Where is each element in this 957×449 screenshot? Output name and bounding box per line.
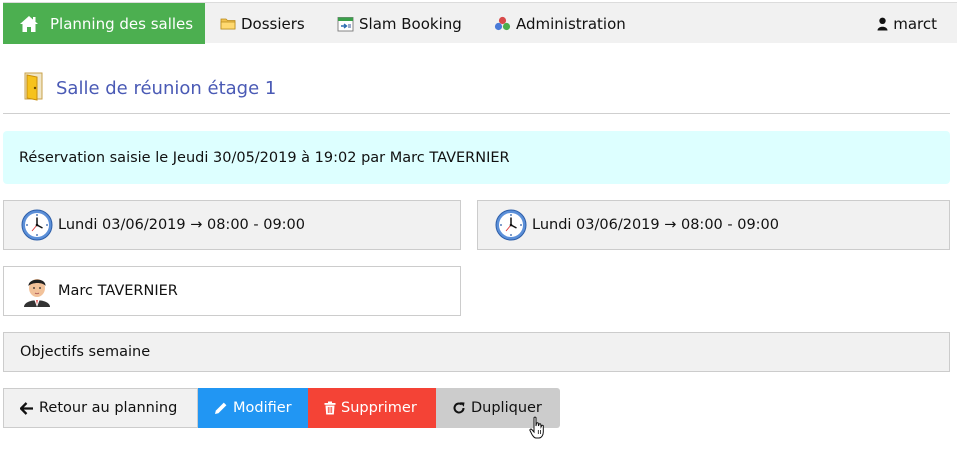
nav-home-label: Planning des salles [50, 14, 194, 33]
door-icon [22, 71, 46, 105]
top-navbar: Planning des salles Dossiers Slam Bookin… [3, 2, 957, 44]
booking-start-text: Lundi 03/06/2019 → 08:00 - 09:00 [58, 217, 306, 233]
trash-icon [324, 401, 336, 415]
nav-dossiers[interactable]: Dossiers [220, 3, 305, 44]
nav-folders-label: Dossiers [241, 14, 305, 33]
person-avatar-icon [20, 274, 54, 308]
booking-person-text: Marc TAVERNIER [58, 283, 178, 299]
booking-description-card: Objectifs semaine [3, 332, 950, 372]
reservation-info-panel: Réservation saisie le Jeudi 30/05/2019 à… [3, 131, 950, 184]
pencil-icon [214, 401, 228, 415]
booking-start-card: Lundi 03/06/2019 → 08:00 - 09:00 [3, 200, 461, 250]
home-icon [19, 15, 39, 33]
folder-icon [220, 17, 236, 30]
admin-molecule-icon [494, 16, 511, 31]
delete-button[interactable]: Supprimer [308, 388, 436, 428]
clock-icon [20, 208, 54, 242]
back-to-planning-button[interactable]: Retour au planning [3, 388, 198, 428]
booking-end-card: Lundi 03/06/2019 → 08:00 - 09:00 [477, 200, 950, 250]
nav-administration[interactable]: Administration [494, 3, 626, 44]
booking-person-card: Marc TAVERNIER [3, 266, 461, 316]
refresh-icon [452, 401, 466, 415]
delete-button-label: Supprimer [341, 400, 417, 416]
arrow-left-icon [20, 401, 34, 415]
page-title: Salle de réunion étage 1 [56, 77, 277, 99]
nav-user-label: marct [893, 14, 937, 33]
duplicate-button-label: Dupliquer [471, 400, 542, 416]
nav-admin-label: Administration [516, 14, 626, 33]
reservation-info-text: Réservation saisie le Jeudi 30/05/2019 à… [19, 149, 510, 166]
calendar-icon [337, 16, 354, 32]
edit-button-label: Modifier [233, 400, 292, 416]
nav-slam-booking[interactable]: Slam Booking [337, 3, 462, 44]
nav-slam-label: Slam Booking [359, 14, 462, 33]
nav-user-menu[interactable]: marct [877, 3, 937, 44]
nav-planning-des-salles[interactable]: Planning des salles [3, 3, 205, 44]
back-button-label: Retour au planning [39, 400, 178, 416]
user-icon [877, 17, 888, 31]
booking-end-text: Lundi 03/06/2019 → 08:00 - 09:00 [532, 217, 780, 233]
title-divider [3, 113, 950, 114]
edit-button[interactable]: Modifier [198, 388, 308, 428]
hand-cursor-icon [529, 416, 547, 444]
action-button-group: Retour au planning Modifier Supprimer Du… [3, 388, 560, 428]
page-header: Salle de réunion étage 1 [22, 72, 276, 104]
clock-icon [494, 208, 528, 242]
booking-description-text: Objectifs semaine [20, 344, 151, 360]
